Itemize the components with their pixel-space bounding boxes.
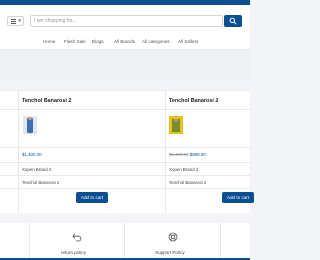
product-category: Tenchol Banarosi 2 xyxy=(169,180,207,185)
policy-bar: return policy Support Policy xyxy=(0,223,250,260)
old-price: $1,400.00 xyxy=(169,152,189,157)
menu-icon xyxy=(11,19,16,24)
divider xyxy=(0,147,250,148)
main-nav: Home Flash Sale Blogs All Brands All cat… xyxy=(0,39,250,49)
nav-all-brands[interactable]: All Brands xyxy=(114,39,135,44)
nav-blogs[interactable]: Blogs xyxy=(92,39,104,44)
product-price: $1,400.00 xyxy=(22,152,42,157)
search-input[interactable] xyxy=(31,16,194,26)
nav-flash-sale[interactable]: Flash Sale xyxy=(64,39,86,44)
product-title[interactable]: Tenchol Banarosi 2 xyxy=(22,98,71,104)
search-icon xyxy=(229,17,237,25)
nav-all-categories[interactable]: All categories xyxy=(142,39,170,44)
header: ▾ Home Flash Sale Blogs All Brands All c… xyxy=(0,5,250,49)
product-brand: Xopen Brand 2 xyxy=(22,167,52,172)
column-divider xyxy=(18,90,19,213)
nav-home[interactable]: Home xyxy=(43,39,55,44)
return-policy-link[interactable]: return policy xyxy=(30,223,124,260)
product-image[interactable] xyxy=(169,116,183,134)
add-to-cart-button[interactable]: Add to cart xyxy=(76,192,108,203)
nav-all-sellers[interactable]: All Sellers xyxy=(178,39,198,44)
page-banner xyxy=(0,50,250,80)
search-button[interactable] xyxy=(224,15,242,27)
product-category: Tenchol Banarosi 2 xyxy=(22,180,60,185)
support-policy-link[interactable]: Support Policy xyxy=(125,223,220,260)
column-divider xyxy=(165,90,166,213)
category-menu-button[interactable]: ▾ xyxy=(7,16,24,26)
product-brand: Xopen Brand 2 xyxy=(169,167,199,172)
compare-table: Tenchol Banarosi 2 $1,400.00 Xopen Brand… xyxy=(0,90,254,213)
product-image[interactable] xyxy=(23,116,37,134)
support-icon xyxy=(168,232,178,242)
return-arrow-icon xyxy=(72,233,82,242)
column-divider xyxy=(220,223,221,260)
product-title[interactable]: Tenchol Banarosi 2 xyxy=(169,98,218,104)
divider xyxy=(0,90,250,91)
policy-label: return policy xyxy=(61,250,87,255)
divider xyxy=(0,162,250,163)
divider xyxy=(0,175,250,176)
divider xyxy=(0,188,250,189)
sale-price: $899.00 xyxy=(189,152,206,157)
policy-label: Support Policy xyxy=(155,250,185,255)
divider xyxy=(0,109,250,110)
search-box xyxy=(30,15,223,27)
chevron-down-icon: ▾ xyxy=(18,18,21,24)
add-to-cart-button[interactable]: Add to cart xyxy=(222,192,254,203)
product-price: $1,400.00 $899.00 xyxy=(169,152,206,157)
